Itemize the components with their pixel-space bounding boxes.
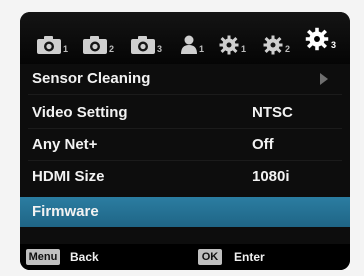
menu-item-value: NTSC — [252, 104, 293, 121]
camera-icon — [37, 36, 61, 54]
person-icon — [181, 35, 197, 54]
tab-number: 2 — [109, 44, 115, 54]
menu-item-video-setting[interactable]: Video Setting NTSC — [20, 98, 350, 128]
divider — [28, 94, 342, 95]
menu-item-value: Off — [252, 136, 274, 153]
camera-icon — [83, 36, 107, 54]
menu-item-firmware[interactable]: Firmware — [20, 197, 350, 227]
menu-key-badge: Menu — [26, 249, 60, 265]
tab-setup-1[interactable]: 1 — [218, 25, 246, 55]
menu-item-label: Video Setting — [32, 104, 128, 121]
wrench-icon — [219, 35, 239, 55]
menu-item-label: Any Net+ — [32, 136, 98, 153]
menu-item-label: HDMI Size — [32, 168, 105, 185]
divider — [28, 128, 342, 129]
menu-item-label: Firmware — [32, 203, 99, 220]
tab-shooting-2[interactable]: 2 — [82, 25, 114, 55]
back-label: Back — [70, 250, 99, 264]
tab-shooting-3[interactable]: 3 — [130, 25, 162, 55]
menu-item-value: 1080i — [252, 168, 290, 185]
menu-tab-bar: 1 2 3 1 1 2 3 — [20, 12, 350, 64]
divider — [28, 160, 342, 161]
tab-number: 3 — [331, 40, 337, 50]
wrench-icon — [263, 35, 283, 55]
camera-icon — [131, 36, 155, 54]
wrench-icon — [305, 27, 329, 51]
menu-item-hdmi-size[interactable]: HDMI Size 1080i — [20, 162, 350, 192]
tab-number: 1 — [241, 44, 247, 54]
camera-menu-screen: 1 2 3 1 1 2 3 Sensor Cleaning Video Sett… — [20, 12, 350, 270]
tab-setup-2[interactable]: 2 — [262, 25, 290, 55]
tab-number: 2 — [285, 44, 291, 54]
tab-setup-3[interactable]: 3 — [304, 21, 336, 51]
button-guide-bar: Menu Back OK Enter — [20, 244, 350, 270]
tab-number: 1 — [199, 44, 205, 54]
tab-number: 1 — [63, 44, 69, 54]
submenu-arrow-icon — [320, 73, 328, 85]
menu-item-sensor-cleaning[interactable]: Sensor Cleaning — [20, 64, 350, 94]
tab-custom-1[interactable]: 1 — [180, 25, 204, 55]
tab-shooting-1[interactable]: 1 — [36, 25, 68, 55]
menu-item-label: Sensor Cleaning — [32, 70, 151, 87]
enter-label: Enter — [234, 250, 265, 264]
menu-item-any-net[interactable]: Any Net+ Off — [20, 130, 350, 160]
settings-menu-list: Sensor Cleaning Video Setting NTSC Any N… — [20, 64, 350, 244]
ok-key-badge: OK — [198, 249, 222, 265]
tab-number: 3 — [157, 44, 163, 54]
